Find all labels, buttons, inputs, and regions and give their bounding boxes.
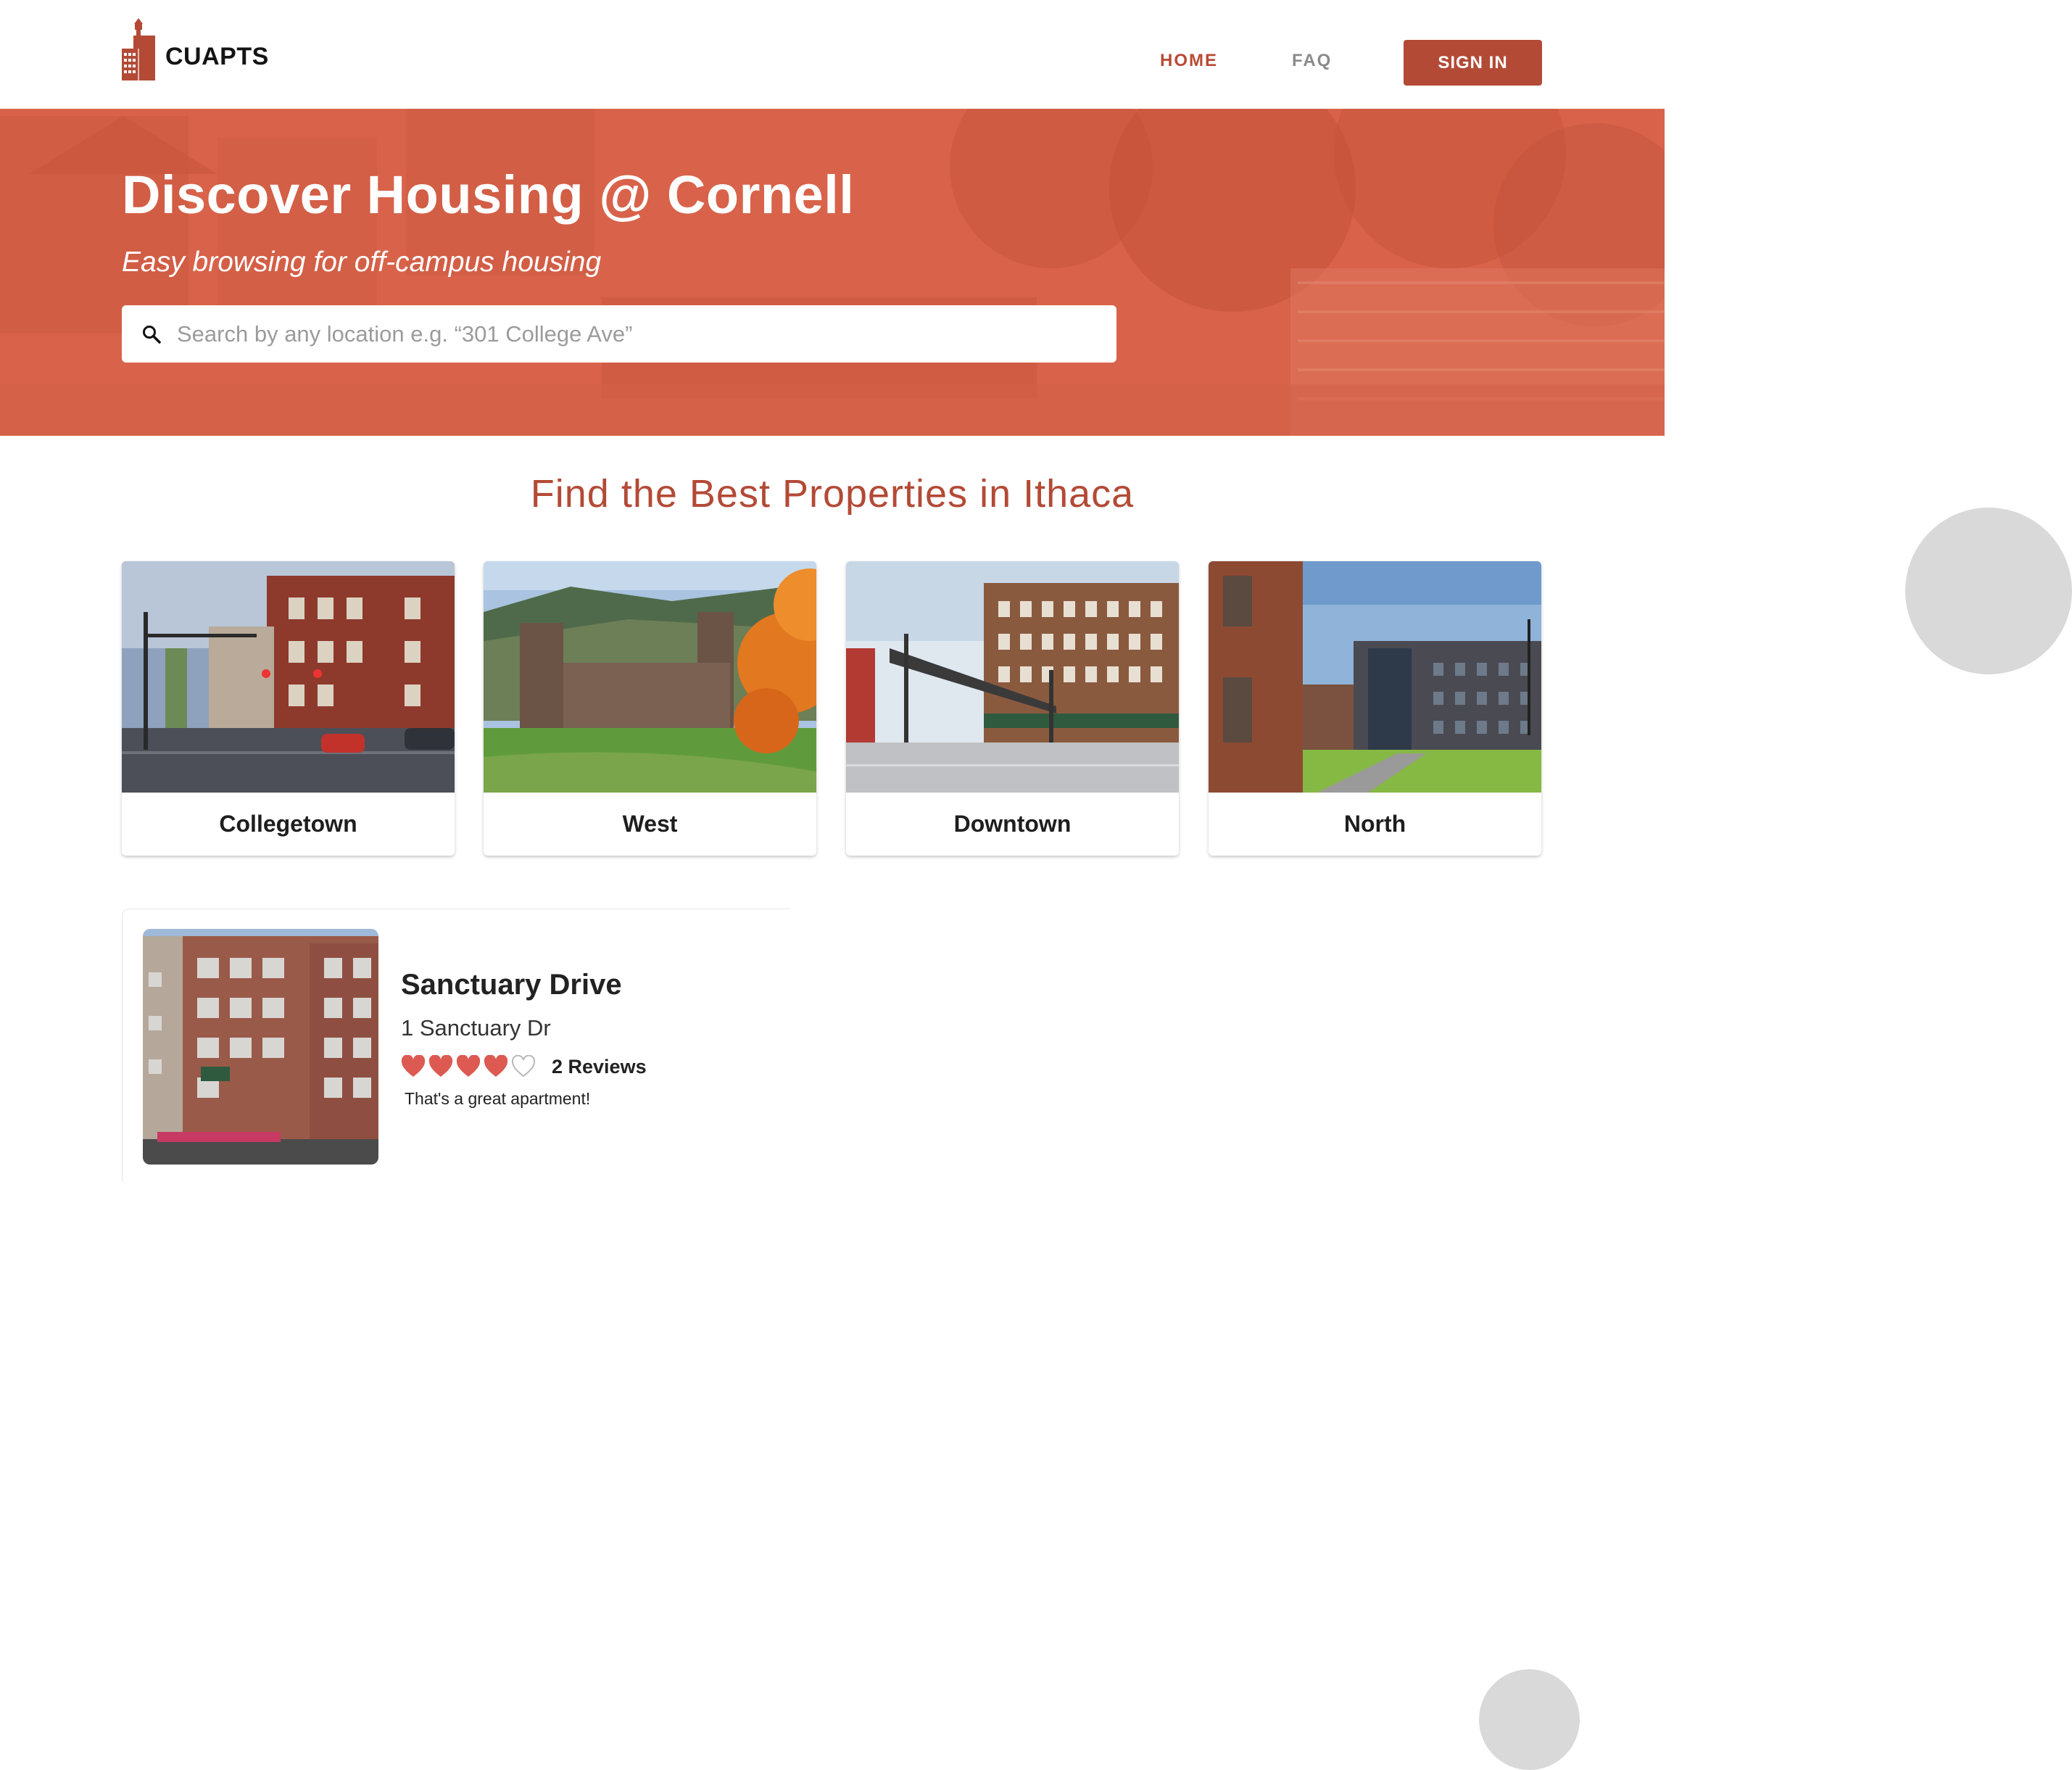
north-campus-image bbox=[1209, 561, 1541, 793]
location-card-downtown[interactable]: Downtown bbox=[846, 561, 1179, 856]
property-photo bbox=[143, 929, 378, 1165]
location-label: North bbox=[1343, 811, 1406, 837]
west-campus-image bbox=[484, 561, 816, 793]
downtown-image bbox=[846, 561, 1179, 793]
search-input[interactable] bbox=[175, 311, 1106, 357]
apartment-photo bbox=[143, 929, 378, 1165]
apartment-building-icon bbox=[122, 18, 155, 80]
brand-name: CUAPTS bbox=[165, 42, 269, 70]
hero-title: Discover Housing @ Cornell bbox=[122, 165, 855, 225]
floating-gray-circle bbox=[1905, 508, 2072, 674]
nav-link-faq[interactable]: FAQ bbox=[1292, 51, 1332, 71]
search-icon bbox=[143, 325, 161, 344]
location-card-west[interactable]: West bbox=[484, 561, 816, 856]
review-count: 2 Reviews bbox=[552, 1055, 647, 1078]
heart-filled-icon bbox=[401, 1055, 426, 1077]
location-card-collegetown[interactable]: Collegetown bbox=[122, 561, 455, 856]
hero-subtitle: Easy browsing for off-campus housing bbox=[122, 247, 602, 278]
search-bar[interactable] bbox=[122, 305, 1116, 363]
location-label: Collegetown bbox=[219, 811, 357, 837]
top-nav-bar: CUAPTS HOME FAQ SIGN IN bbox=[0, 0, 1665, 109]
collegetown-image bbox=[122, 561, 455, 793]
floating-gray-circle bbox=[1479, 1669, 1580, 1770]
rating-row: 2 Reviews bbox=[401, 1054, 647, 1080]
location-card-north[interactable]: North bbox=[1209, 561, 1541, 856]
property-name: Sanctuary Drive bbox=[401, 969, 622, 1001]
location-label: West bbox=[622, 811, 678, 837]
nav-link-home[interactable]: HOME bbox=[1160, 51, 1218, 71]
property-listing-card[interactable]: Sanctuary Drive 1 Sanctuary Dr 2 Reviews… bbox=[122, 909, 791, 1182]
section-title: Find the Best Properties in Ithaca bbox=[530, 472, 1135, 516]
heart-filled-icon bbox=[484, 1055, 508, 1077]
property-address: 1 Sanctuary Dr bbox=[401, 1015, 551, 1041]
heart-empty-icon bbox=[511, 1055, 536, 1078]
sign-in-button[interactable]: SIGN IN bbox=[1404, 40, 1542, 86]
brand-logo[interactable]: CUAPTS bbox=[122, 16, 269, 81]
heart-filled-icon bbox=[428, 1055, 453, 1077]
location-label: Downtown bbox=[953, 811, 1072, 837]
heart-filled-icon bbox=[456, 1055, 481, 1077]
review-excerpt: That's a great apartment! bbox=[405, 1089, 591, 1108]
hero-banner: Discover Housing @ Cornell Easy browsing… bbox=[0, 109, 1665, 436]
